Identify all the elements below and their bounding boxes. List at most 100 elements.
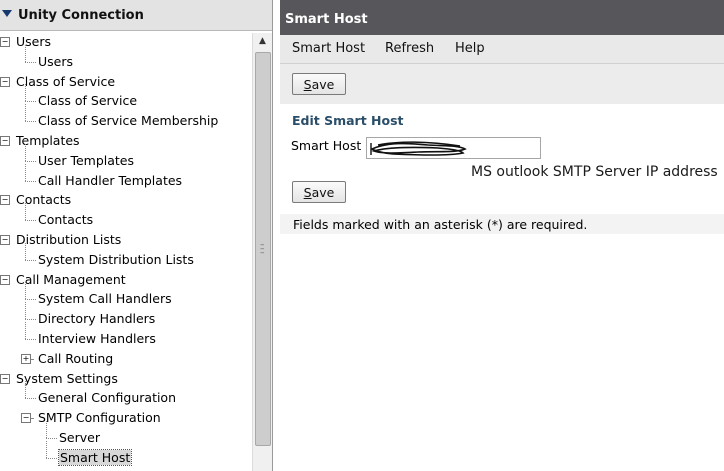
tree-item-label: Users	[16, 34, 52, 49]
page-title: Smart Host	[285, 12, 368, 27]
tree-item[interactable]: Class of Service	[16, 73, 115, 91]
tree-connector	[25, 160, 36, 162]
tree-item-label: Server	[59, 430, 100, 445]
collapse-icon[interactable]: −	[0, 373, 10, 384]
tree-item-label: Class of Service Membership	[38, 113, 219, 129]
tree-item[interactable]: User Templates	[38, 152, 134, 170]
tree-connector	[25, 381, 26, 399]
tree-connector	[25, 143, 26, 161]
tree-item[interactable]: Contacts	[38, 211, 93, 229]
tree-item[interactable]: SMTP Configuration	[38, 409, 161, 427]
tree-connector	[25, 220, 36, 222]
tree-connector	[25, 203, 26, 221]
menu-smart-host[interactable]: Smart Host	[292, 41, 365, 56]
tree-item[interactable]: Call Routing	[38, 350, 113, 368]
scroll-thumb[interactable]: – – –	[255, 52, 271, 446]
tree-item[interactable]: Class of Service Membership	[38, 112, 218, 130]
tree-connector	[25, 180, 36, 182]
content-header: Smart Host	[280, 0, 724, 35]
nav-tree: Users − Users Class of Service − Class of Ser…	[0, 33, 252, 471]
tree-connector	[25, 282, 26, 300]
tree-connector	[25, 61, 36, 63]
tree-item[interactable]: System Settings	[16, 370, 118, 388]
tree-item-label: SMTP Configuration	[38, 410, 161, 426]
menu-help[interactable]: Help	[455, 41, 485, 56]
tree-item-label: General Configuration	[38, 390, 177, 406]
tree-connector	[25, 398, 36, 400]
tree-connector	[25, 84, 26, 102]
tree-item[interactable]: Users	[38, 53, 73, 71]
tree-connector	[46, 457, 57, 459]
collapse-icon[interactable]: −	[0, 274, 10, 285]
tree-item-label: User Templates	[38, 152, 135, 168]
tree-item-label: Interview Handlers	[38, 331, 156, 346]
scroll-grip-icon: – – –	[260, 240, 265, 258]
tree-connector	[46, 438, 57, 439]
collapse-triangle-icon[interactable]	[2, 10, 12, 17]
collapse-icon[interactable]: −	[21, 413, 31, 424]
save-button-bottom[interactable]: Save	[292, 181, 346, 203]
tree-connector	[31, 418, 33, 420]
tree-connector	[25, 104, 26, 122]
bottom-toolbar: Save	[280, 176, 724, 212]
required-note-text: Fields marked with an asterisk (*) are r…	[293, 217, 588, 232]
tree-item-label: System Settings	[16, 370, 118, 386]
tree-item[interactable]: Distribution Lists	[16, 231, 121, 249]
collapse-icon[interactable]: −	[0, 195, 10, 206]
tree-item-label: Smart Host	[57, 448, 133, 466]
tree-connector	[46, 440, 47, 458]
tree-connector	[25, 299, 36, 301]
tree-item[interactable]: Interview Handlers	[38, 330, 156, 348]
tree-item-label: Directory Handlers	[38, 311, 156, 327]
tree-connector	[25, 339, 36, 340]
tree-connector	[31, 358, 33, 360]
collapse-icon[interactable]: −	[0, 235, 10, 245]
tree-item[interactable]: System Call Handlers	[38, 290, 172, 308]
tree-item[interactable]: General Configuration	[38, 389, 176, 407]
navigation-panel: Unity Connection Users − Users Class of Ser…	[0, 0, 273, 471]
content-panel: Smart Host Smart Host Refresh Help Save …	[280, 0, 724, 471]
top-toolbar: Save	[280, 64, 724, 104]
tree-item[interactable]: Users	[16, 33, 51, 51]
expand-icon[interactable]: +	[21, 353, 31, 364]
nav-header[interactable]: Unity Connection	[0, 0, 272, 31]
tree-connector	[25, 163, 26, 181]
menu-bar: Smart Host Refresh Help	[280, 35, 724, 64]
tree-connector	[25, 242, 26, 260]
section-title: Edit Smart Host	[292, 113, 404, 128]
menu-refresh[interactable]: Refresh	[385, 41, 434, 56]
tree-connector	[25, 259, 36, 261]
collapse-icon[interactable]: −	[0, 136, 10, 146]
tree-item-label: Call Routing	[38, 350, 114, 366]
scroll-up-arrow-icon[interactable]: ▲	[253, 33, 272, 49]
tree-item-label: System Distribution Lists	[38, 251, 194, 267]
tree-connector	[25, 302, 26, 320]
required-fields-note: Fields marked with an asterisk (*) are r…	[280, 214, 724, 234]
save-button-top[interactable]: Save	[292, 73, 346, 95]
tree-connector	[25, 121, 36, 123]
tree-item-label: Call Handler Templates	[38, 172, 183, 188]
tree-connector	[46, 421, 47, 438]
tree-item[interactable]: Call Handler Templates	[38, 172, 182, 190]
nav-scrollbar[interactable]: ▲ – – –	[252, 33, 272, 471]
tree-item-label: Class of Service	[38, 93, 138, 109]
tree-item-label: System Call Handlers	[38, 291, 172, 307]
tree-item-label: Contacts	[38, 212, 94, 228]
tree-item[interactable]: Server	[59, 429, 100, 447]
tree-connector	[25, 101, 36, 103]
tree-item-label: Class of Service	[16, 73, 116, 89]
tree-item[interactable]: Call Management	[16, 271, 126, 289]
tree-item[interactable]: System Distribution Lists	[38, 251, 194, 269]
tree-item[interactable]: Directory Handlers	[38, 310, 155, 328]
tree-item[interactable]: Smart Host	[57, 448, 133, 467]
tree-connector	[25, 322, 26, 339]
tree-item-label: Distribution Lists	[16, 232, 122, 247]
smart-host-label: Smart Host	[291, 138, 362, 153]
tree-connector	[25, 44, 26, 62]
collapse-icon[interactable]: −	[0, 76, 10, 87]
tree-item-label: Call Management	[16, 271, 126, 287]
nav-title: Unity Connection	[18, 8, 144, 23]
tree-item[interactable]: Class of Service	[38, 92, 137, 110]
collapse-icon[interactable]: −	[0, 37, 10, 47]
tree-connector	[25, 319, 36, 321]
